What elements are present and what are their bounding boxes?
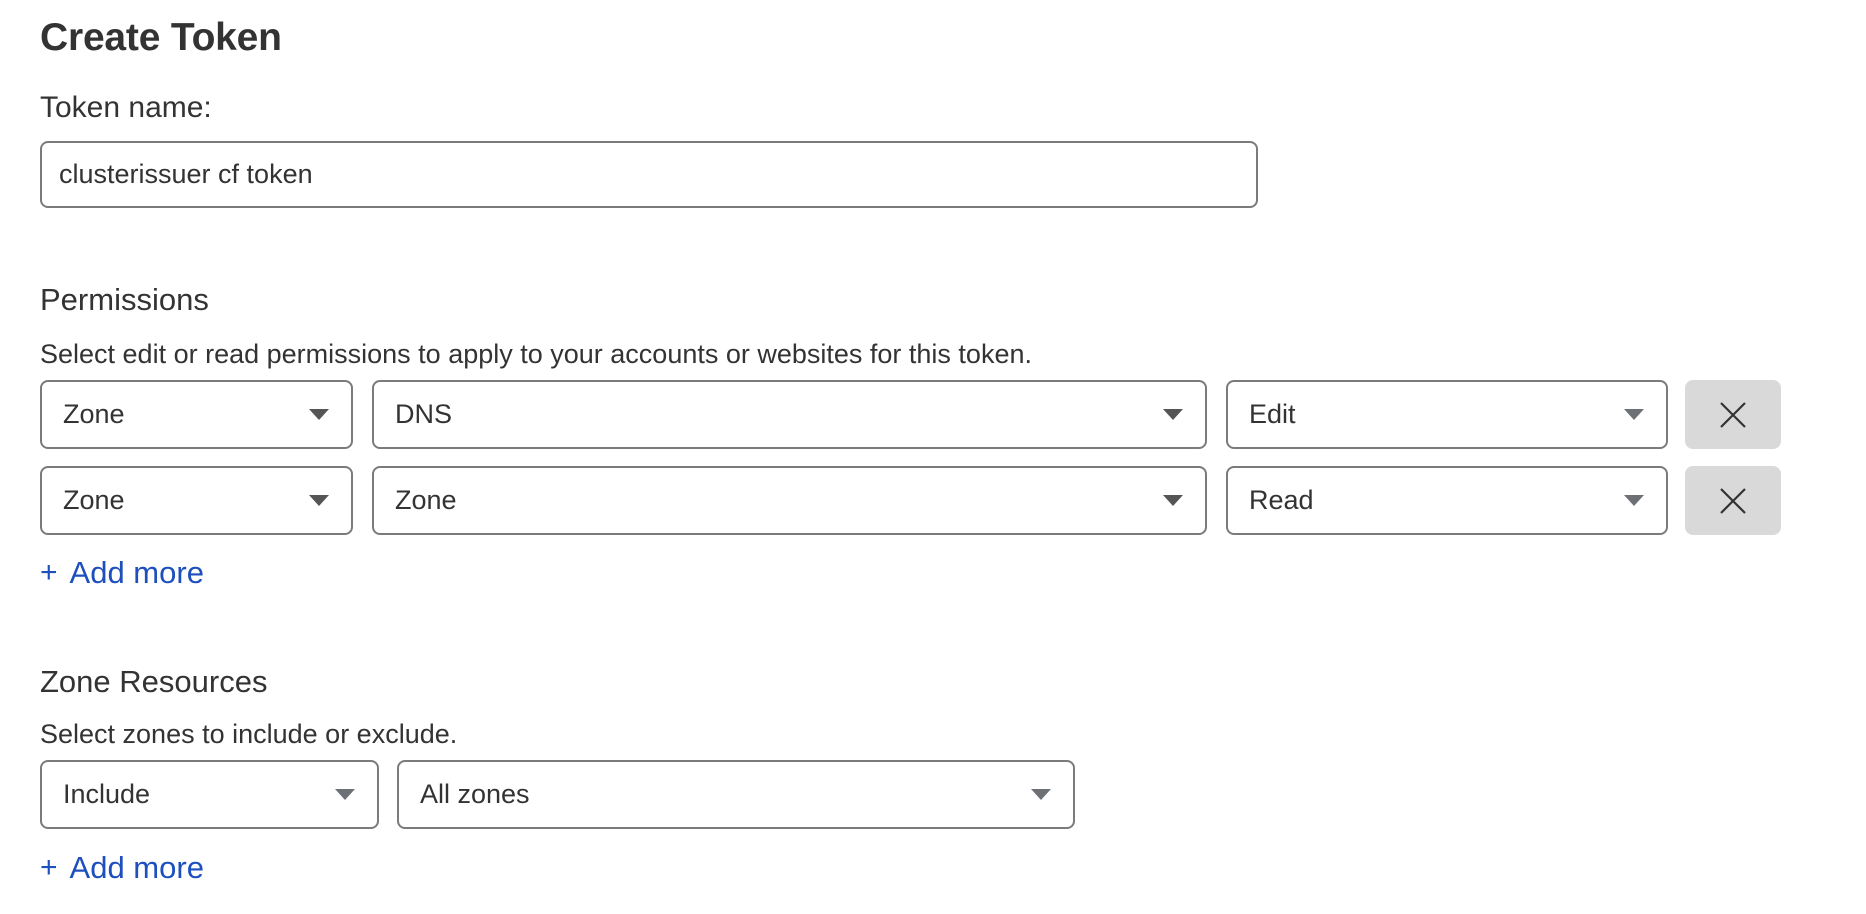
permission-resource-select[interactable]: Zone xyxy=(372,466,1207,535)
zone-target-select[interactable]: All zones xyxy=(397,760,1075,829)
permission-access-value: Read xyxy=(1249,485,1314,515)
zone-resources-description: Select zones to include or exclude. xyxy=(40,719,458,749)
zone-resources-heading: Zone Resources xyxy=(40,664,268,699)
close-icon xyxy=(1720,487,1746,514)
chevron-down-icon xyxy=(309,409,329,420)
add-permission-link[interactable]: + Add more xyxy=(40,555,204,591)
chevron-down-icon xyxy=(1624,495,1644,506)
plus-icon: + xyxy=(40,556,58,589)
permission-access-value: Edit xyxy=(1249,399,1296,429)
permission-scope-value: Zone xyxy=(63,399,125,429)
zone-mode-select[interactable]: Include xyxy=(40,760,379,829)
chevron-down-icon xyxy=(1031,789,1051,800)
zone-mode-value: Include xyxy=(63,779,151,809)
remove-permission-button[interactable] xyxy=(1685,466,1781,535)
permission-resource-value: DNS xyxy=(395,399,453,429)
permission-access-select[interactable]: Edit xyxy=(1226,380,1668,449)
chevron-down-icon xyxy=(309,495,329,506)
permissions-description: Select edit or read permissions to apply… xyxy=(40,339,1032,369)
zone-resource-row: Include All zones xyxy=(0,760,1866,829)
token-name-label: Token name: xyxy=(40,91,212,124)
plus-icon: + xyxy=(40,851,58,884)
page-title: Create Token xyxy=(40,16,282,59)
remove-permission-button[interactable] xyxy=(1685,380,1781,449)
permission-scope-select[interactable]: Zone xyxy=(40,380,353,449)
chevron-down-icon xyxy=(335,789,355,800)
zone-target-value: All zones xyxy=(420,779,530,809)
permission-row: Zone Zone Read xyxy=(0,466,1866,535)
permission-scope-value: Zone xyxy=(63,485,125,515)
close-icon xyxy=(1720,401,1746,428)
token-name-input[interactable] xyxy=(40,141,1258,208)
chevron-down-icon xyxy=(1163,409,1183,420)
add-more-label: Add more xyxy=(69,555,204,590)
add-zone-resource-link[interactable]: + Add more xyxy=(40,850,204,886)
chevron-down-icon xyxy=(1163,495,1183,506)
permission-scope-select[interactable]: Zone xyxy=(40,466,353,535)
permission-access-select[interactable]: Read xyxy=(1226,466,1668,535)
add-more-label: Add more xyxy=(69,850,204,885)
permission-row: Zone DNS Edit xyxy=(0,380,1866,449)
chevron-down-icon xyxy=(1624,409,1644,420)
permission-resource-select[interactable]: DNS xyxy=(372,380,1207,449)
permissions-heading: Permissions xyxy=(40,282,209,317)
permission-resource-value: Zone xyxy=(395,485,457,515)
